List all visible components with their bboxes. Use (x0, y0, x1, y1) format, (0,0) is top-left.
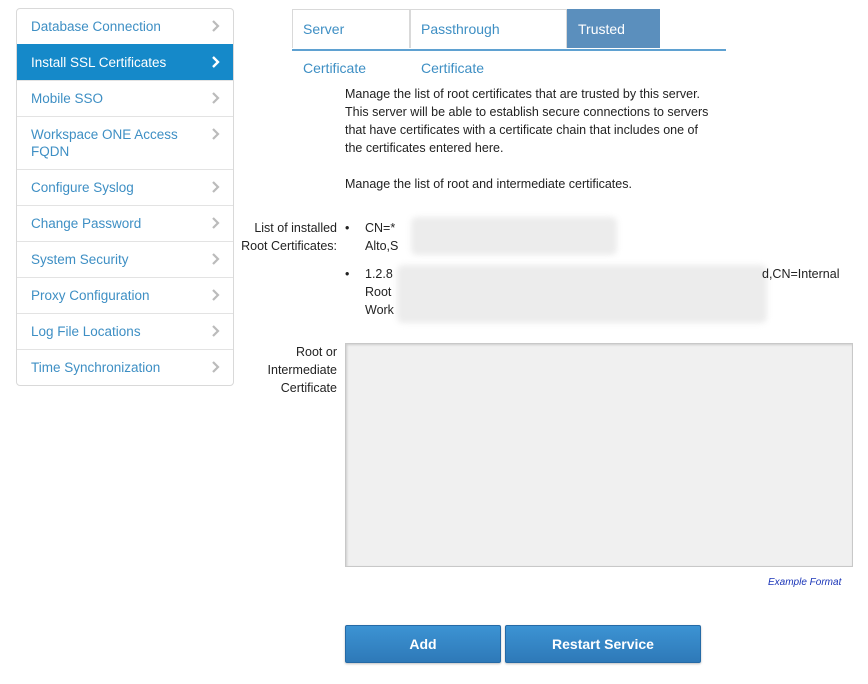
sidebar-item-mobile-sso[interactable]: Mobile SSO (17, 80, 233, 116)
sidebar-item-label: Log File Locations (31, 324, 141, 339)
chevron-right-icon (211, 180, 221, 194)
trusted-cas-description: Manage the list of root certificates tha… (345, 85, 715, 193)
redacted-region (397, 265, 767, 323)
chevron-right-icon (211, 216, 221, 230)
root-certificate-textarea[interactable] (345, 343, 853, 567)
redacted-region (411, 217, 617, 255)
chevron-right-icon (211, 91, 221, 105)
chevron-right-icon (211, 288, 221, 302)
sidebar-item-label: Workspace ONE Access FQDN (31, 127, 178, 159)
certificate-line: 1.2.8 (365, 267, 393, 281)
root-certificate-label: Root or Intermediate Certificate (267, 345, 337, 395)
certificate-line: Alto,S (365, 239, 399, 253)
sidebar-item-proxy-configuration[interactable]: Proxy Configuration (17, 277, 233, 313)
sidebar-item-system-security[interactable]: System Security (17, 241, 233, 277)
certificate-line: d,CN=Internal (762, 267, 840, 281)
sidebar-item-label: Mobile SSO (31, 91, 104, 106)
installed-certificates-label: List of installed Root Certificates: (241, 221, 337, 253)
bullet-icon: • (345, 267, 350, 281)
sidebar-item-label: Install SSL Certificates (31, 55, 167, 70)
chevron-right-icon (211, 127, 221, 141)
list-item: • 1.2.8 Root Work d,CN=Internal (345, 265, 855, 323)
sidebar-item-configure-syslog[interactable]: Configure Syslog (17, 169, 233, 205)
chevron-right-icon (211, 360, 221, 374)
sidebar-item-database-connection[interactable]: Database Connection (17, 9, 233, 44)
chevron-right-icon (211, 252, 221, 266)
certificate-line: Root (365, 285, 392, 299)
add-button[interactable]: Add (345, 625, 501, 663)
description-paragraph: Manage the list of root and intermediate… (345, 177, 632, 191)
sidebar-item-change-password[interactable]: Change Password (17, 205, 233, 241)
sidebar-item-label: Proxy Configuration (31, 288, 150, 303)
sidebar-item-workspace-one-access-fqdn[interactable]: Workspace ONE Access FQDN (17, 116, 233, 169)
chevron-right-icon (211, 55, 221, 69)
tab-server-certificate[interactable]: Server Certificate (292, 9, 410, 76)
settings-sidebar: Database Connection Install SSL Certific… (16, 8, 234, 386)
sidebar-item-label: Configure Syslog (31, 180, 134, 195)
chevron-right-icon (211, 324, 221, 338)
sidebar-item-label: Change Password (31, 216, 142, 231)
sidebar-item-time-synchronization[interactable]: Time Synchronization (17, 349, 233, 385)
restart-service-button[interactable]: Restart Service (505, 625, 701, 663)
sidebar-item-log-file-locations[interactable]: Log File Locations (17, 313, 233, 349)
certificate-line: CN=* (365, 221, 396, 235)
bullet-icon: • (345, 221, 350, 235)
sidebar-item-label: Time Synchronization (31, 360, 161, 375)
chevron-right-icon (211, 19, 221, 33)
sidebar-item-label: System Security (31, 252, 129, 267)
sidebar-item-label: Database Connection (31, 19, 161, 34)
certificate-line: Work (365, 303, 394, 317)
tab-passthrough-certificate[interactable]: Passthrough Certificate (410, 9, 567, 76)
sidebar-item-install-ssl-certificates[interactable]: Install SSL Certificates (17, 44, 233, 80)
certificate-tabs: Server Certificate Passthrough Certifica… (292, 9, 726, 76)
list-item: • CN=* Alto,S (345, 217, 625, 255)
tab-trusted-cas[interactable]: Trusted CAs (567, 9, 660, 76)
description-paragraph: Manage the list of root certificates tha… (345, 87, 709, 155)
example-format-link[interactable]: Example Format (768, 577, 841, 588)
